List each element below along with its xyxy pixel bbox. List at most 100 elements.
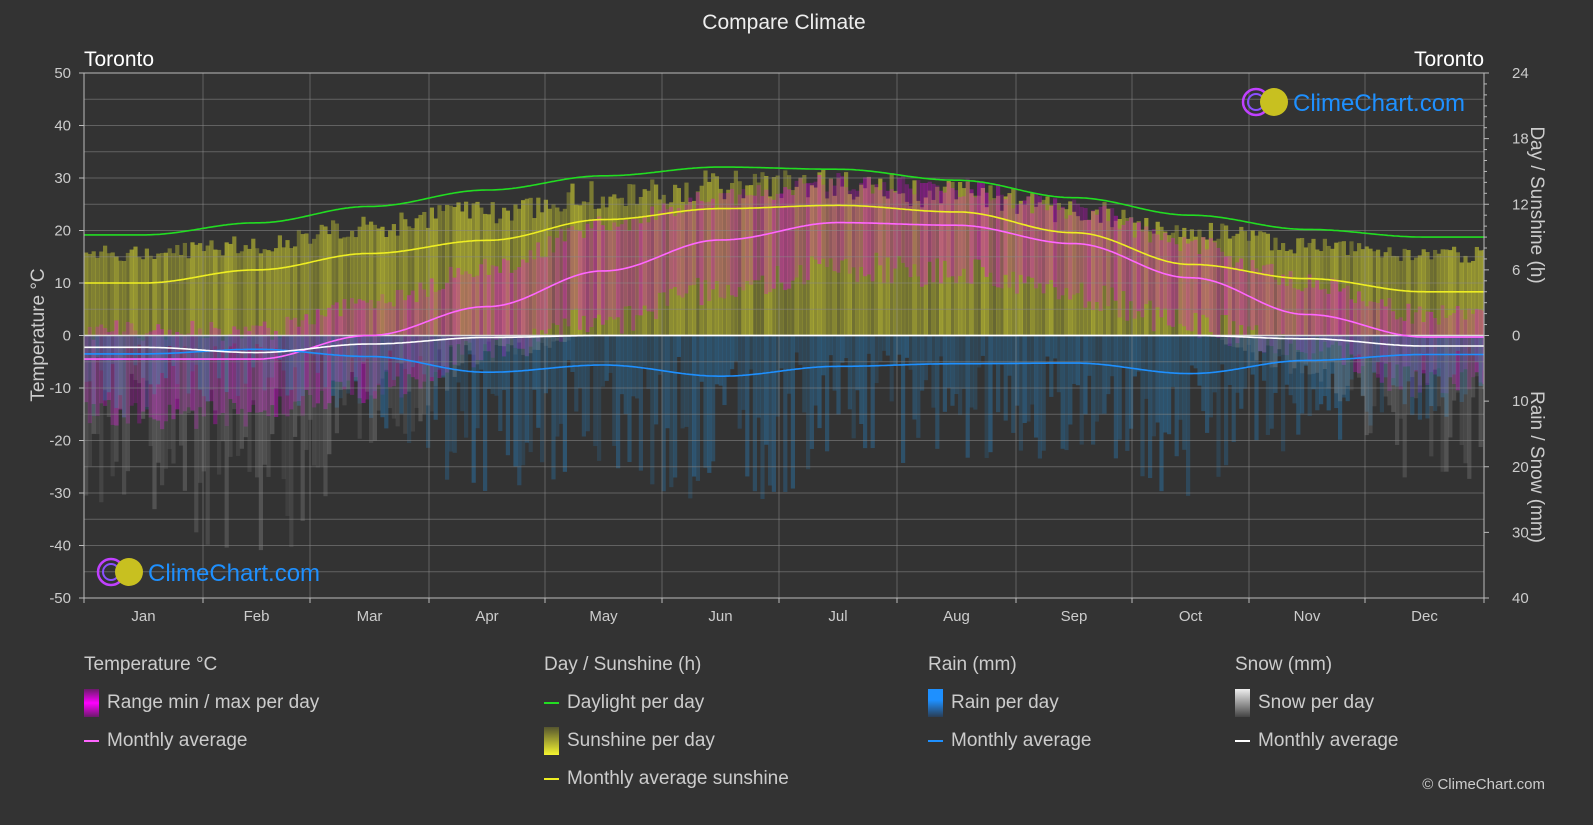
temp-range-day-bar (958, 197, 963, 277)
rain-swatch-icon (928, 689, 943, 717)
temp-range-day-bar (1075, 203, 1080, 294)
sunshine-day-bar (194, 244, 199, 336)
rain-day-bar (916, 335, 921, 438)
temp-range-day-bar (1243, 270, 1248, 338)
temp-range-day-bar (684, 204, 689, 294)
legend-item-temp-avg: Monthly average (84, 728, 319, 754)
line-swatch-icon (544, 702, 559, 704)
sunshine-day-bar (205, 245, 210, 336)
sunshine-day-bar (266, 250, 271, 336)
rain-day-bar (889, 335, 894, 402)
rain-day-bar (1170, 335, 1175, 387)
snow-day-bar (376, 335, 381, 411)
rain-day-bar (612, 335, 617, 446)
left-tick-label: -10 (49, 380, 71, 397)
temp-range-day-bar (764, 189, 769, 294)
snow-day-bar (342, 335, 347, 406)
temp-range-day-bar (992, 199, 997, 287)
rain-day-bar (988, 335, 993, 453)
rain-day-bar (574, 335, 579, 412)
snow-day-bar (1455, 335, 1460, 393)
rain-day-bar (627, 335, 632, 462)
legend-label: Range min / max per day (107, 692, 320, 713)
temp-range-day-bar (695, 192, 700, 278)
snow-day-bar (319, 335, 324, 467)
temp-range-day-bar (825, 191, 830, 267)
rain-day-bar (726, 335, 731, 376)
right-bottom-axis-title: Rain / Snow (mm) (1526, 391, 1547, 543)
snow-day-bar (1417, 335, 1422, 386)
right-top-tick-label: 0 (1512, 328, 1520, 345)
sunshine-day-bar (137, 257, 142, 336)
rain-day-bar (794, 335, 799, 353)
snow-day-bar (87, 335, 92, 467)
temp-range-day-bar (1182, 237, 1187, 327)
rain-day-bar (1216, 335, 1221, 477)
left-tick-label: 30 (54, 170, 71, 187)
snow-day-bar (1334, 335, 1339, 394)
rain-day-bar (855, 335, 860, 391)
snow-day-bar (125, 335, 130, 472)
rain-day-bar (684, 335, 689, 427)
snow-day-bar (1254, 335, 1259, 361)
rain-day-bar (969, 335, 974, 408)
rain-day-bar (1205, 335, 1210, 433)
snow-day-bar (1315, 335, 1320, 373)
rain-day-bar (1007, 335, 1012, 376)
temp-range-day-bar (901, 175, 906, 263)
rain-day-bar (676, 335, 681, 357)
rain-day-bar (1159, 335, 1164, 492)
rain-day-bar (999, 335, 1004, 365)
temp-range-day-bar (794, 180, 799, 278)
temp-range-day-bar (973, 197, 978, 260)
temp-range-day-bar (669, 206, 674, 289)
rain-day-bar (1034, 335, 1039, 438)
temp-range-day-bar (1315, 280, 1320, 337)
snow-day-bar (217, 335, 222, 475)
sunshine-day-bar (122, 261, 127, 336)
snow-day-bar (403, 335, 408, 434)
legend-item-sunshine: Sunshine per day (544, 727, 789, 755)
rain-day-bar (756, 335, 761, 418)
rain-day-bar (950, 335, 955, 406)
rain-day-bar (1265, 335, 1270, 435)
temp-range-day-bar (999, 194, 1004, 289)
temp-range-day-bar (806, 183, 811, 281)
temp-range-day-bar (464, 271, 469, 342)
rain-day-bar (863, 335, 868, 449)
line-swatch-icon (1235, 740, 1250, 742)
snow-day-bar (1288, 335, 1293, 374)
rain-day-bar (741, 335, 746, 410)
temp-range-day-bar (585, 223, 590, 333)
rain-day-bar (692, 335, 697, 477)
snow-day-bar (1398, 335, 1403, 419)
legend-item-sunshine-avg: Monthly average sunshine (544, 766, 789, 792)
rain-day-bar (505, 335, 510, 456)
rain-day-bar (787, 335, 792, 394)
legend-label: Monthly average (1258, 730, 1399, 751)
rain-day-bar (1231, 335, 1236, 443)
temp-range-day-bar (631, 218, 636, 331)
snow-day-bar (1353, 335, 1358, 360)
temp-range-day-bar (1231, 266, 1236, 322)
snow-day-bar (464, 335, 469, 346)
rain-day-bar (1189, 335, 1194, 366)
snow-day-bar (289, 335, 294, 548)
snow-day-bar (452, 335, 457, 377)
legend-label: Daylight per day (567, 692, 705, 713)
rain-day-bar (927, 335, 932, 364)
snow-day-bar (133, 335, 138, 381)
left-tick-label: -50 (49, 590, 71, 607)
rain-day-bar (638, 335, 643, 471)
rain-day-bar (882, 335, 887, 351)
snow-day-bar (1429, 335, 1434, 457)
sunshine-day-bar (232, 236, 237, 336)
sunshine-day-bar (133, 246, 138, 336)
sunshine-day-bar (1436, 253, 1441, 336)
temp-range-day-bar (912, 194, 917, 265)
sunshine-day-bar (270, 251, 275, 336)
sunshine-day-bar (141, 259, 146, 336)
rain-day-bar (1113, 335, 1118, 459)
sunshine-day-bar (175, 244, 180, 336)
line-swatch-icon (84, 740, 99, 742)
